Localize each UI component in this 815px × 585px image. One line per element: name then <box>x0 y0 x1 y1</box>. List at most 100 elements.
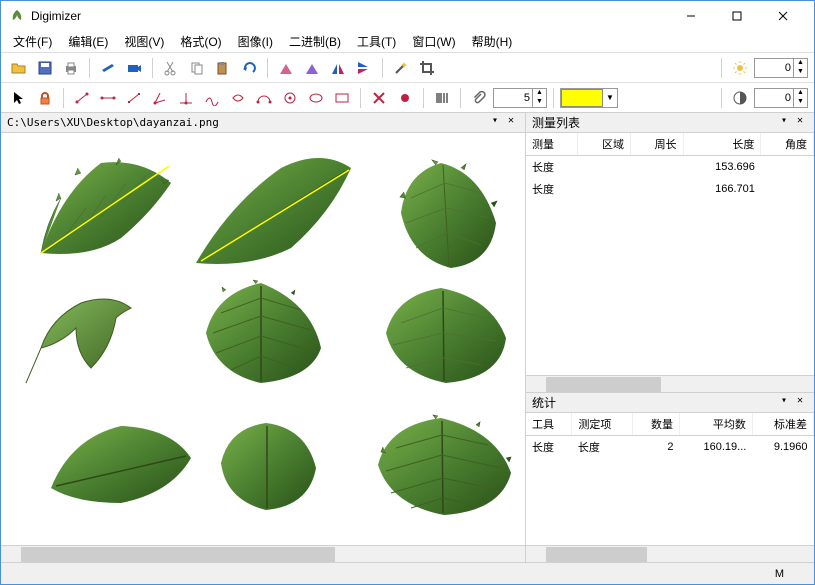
camera-button[interactable] <box>122 56 146 80</box>
minimize-button[interactable] <box>668 1 714 31</box>
rotate-left-button[interactable] <box>274 56 298 80</box>
measurements-hscroll[interactable] <box>526 375 814 392</box>
maximize-button[interactable] <box>714 1 760 31</box>
menu-edit[interactable]: 编辑(E) <box>60 31 116 52</box>
thickness-down[interactable]: ▼ <box>532 98 546 107</box>
titlebar: Digimizer <box>1 1 814 31</box>
lock-tool[interactable] <box>33 86 57 110</box>
close-button[interactable] <box>760 1 806 31</box>
angle-tool[interactable] <box>148 86 172 110</box>
perp-tool[interactable] <box>174 86 198 110</box>
delete-tool[interactable] <box>367 86 391 110</box>
statusbar: M <box>1 562 814 584</box>
menu-format[interactable]: 格式(O) <box>172 31 229 52</box>
flip-v-button[interactable] <box>352 56 376 80</box>
rect-tool[interactable] <box>330 86 354 110</box>
undo-button[interactable] <box>237 56 261 80</box>
save-button[interactable] <box>33 56 57 80</box>
menu-image[interactable]: 图像(I) <box>230 31 281 52</box>
copy-button[interactable] <box>185 56 209 80</box>
stats-title: 统计 <box>532 394 776 411</box>
menu-tools[interactable]: 工具(T) <box>349 31 404 52</box>
stats-header: 统计 ▾ ✕ <box>526 393 814 413</box>
arc-tool[interactable] <box>252 86 276 110</box>
measurements-menu-button[interactable]: ▾ <box>776 115 792 131</box>
col-length[interactable]: 长度 <box>683 133 761 156</box>
stats-hscroll[interactable] <box>526 545 814 562</box>
brightness-input[interactable] <box>755 62 793 74</box>
thickness-up[interactable]: ▲ <box>532 89 546 98</box>
pane-close-button[interactable]: ✕ <box>503 115 519 131</box>
col-tool[interactable]: 工具 <box>526 413 572 436</box>
cut-button[interactable] <box>159 56 183 80</box>
menu-window[interactable]: 窗口(W) <box>404 31 463 52</box>
app-title: Digimizer <box>31 9 668 23</box>
scanner-button[interactable] <box>96 56 120 80</box>
right-pane: 测量列表 ▾ ✕ 测量 区域 周长 长度 角度 <box>526 113 814 562</box>
image-viewport[interactable] <box>1 133 525 545</box>
contrast-up[interactable]: ▲ <box>793 89 807 98</box>
paste-button[interactable] <box>211 56 235 80</box>
col-item[interactable]: 测定项 <box>572 413 633 436</box>
measurements-close-button[interactable]: ✕ <box>792 115 808 131</box>
menu-binary[interactable]: 二进制(B) <box>281 31 349 52</box>
circle-center-tool[interactable] <box>278 86 302 110</box>
wand-button[interactable] <box>389 56 413 80</box>
col-count[interactable]: 数量 <box>633 413 680 436</box>
brightness-down[interactable]: ▼ <box>793 68 807 77</box>
pane-menu-button[interactable]: ▾ <box>487 115 503 131</box>
pointer-tool[interactable] <box>7 86 31 110</box>
col-stddev[interactable]: 标准差 <box>752 413 813 436</box>
thickness-input[interactable] <box>494 92 532 104</box>
contrast-down[interactable]: ▼ <box>793 98 807 107</box>
col-mean[interactable]: 平均数 <box>679 413 752 436</box>
image-hscroll[interactable] <box>1 545 525 562</box>
menu-file[interactable]: 文件(F) <box>5 31 60 52</box>
print-button[interactable] <box>59 56 83 80</box>
col-area[interactable]: 区域 <box>578 133 631 156</box>
attach-tool[interactable] <box>467 86 491 110</box>
menu-view[interactable]: 视图(V) <box>116 31 172 52</box>
toolbar-main: ▲▼ <box>1 53 814 83</box>
segment-tool[interactable] <box>122 86 146 110</box>
crop-button[interactable] <box>415 56 439 80</box>
table-row[interactable]: 长度 166.701 <box>526 178 814 200</box>
stats-grid[interactable]: 工具 测定项 数量 平均数 标准差 长度 长度 2 160.19... <box>526 413 814 545</box>
table-row[interactable]: 长度 长度 2 160.19... 9.1960 <box>526 436 814 459</box>
status-text: M <box>775 568 784 580</box>
col-measure[interactable]: 测量 <box>526 133 578 156</box>
brightness-icon <box>728 56 752 80</box>
unit-tool[interactable] <box>70 86 94 110</box>
open-button[interactable] <box>7 56 31 80</box>
path-tool[interactable] <box>200 86 224 110</box>
line-tool[interactable] <box>96 86 120 110</box>
app-window: Digimizer 文件(F) 编辑(E) 视图(V) 格式(O) 图像(I) … <box>0 0 815 585</box>
menubar: 文件(F) 编辑(E) 视图(V) 格式(O) 图像(I) 二进制(B) 工具(… <box>1 31 814 53</box>
contrast-spinbox[interactable]: ▲▼ <box>754 88 808 108</box>
window-controls <box>668 1 806 31</box>
flip-h-button[interactable] <box>326 56 350 80</box>
closed-path-tool[interactable] <box>226 86 250 110</box>
col-angle[interactable]: 角度 <box>761 133 814 156</box>
menu-help[interactable]: 帮助(H) <box>464 31 521 52</box>
stats-panel: 统计 ▾ ✕ 工具 测定项 数量 平均数 标准差 <box>526 393 814 562</box>
barcode-tool[interactable] <box>430 86 454 110</box>
marker-tool[interactable] <box>393 86 417 110</box>
ellipse-tool[interactable] <box>304 86 328 110</box>
color-picker[interactable]: ▼ <box>560 88 618 108</box>
content-area: C:\Users\XU\Desktop\dayanzai.png ▾ ✕ <box>1 113 814 562</box>
col-perimeter[interactable]: 周长 <box>630 133 683 156</box>
image-pane-header: C:\Users\XU\Desktop\dayanzai.png ▾ ✕ <box>1 113 525 133</box>
measurements-grid[interactable]: 测量 区域 周长 长度 角度 长度 153.696 <box>526 133 814 375</box>
stats-menu-button[interactable]: ▾ <box>776 395 792 411</box>
rotate-right-button[interactable] <box>300 56 324 80</box>
table-row[interactable]: 长度 153.696 <box>526 156 814 179</box>
app-logo-icon <box>9 8 25 24</box>
contrast-input[interactable] <box>755 92 793 104</box>
image-path: C:\Users\XU\Desktop\dayanzai.png <box>7 116 487 129</box>
brightness-spinbox[interactable]: ▲▼ <box>754 58 808 78</box>
brightness-up[interactable]: ▲ <box>793 59 807 68</box>
stats-close-button[interactable]: ✕ <box>792 395 808 411</box>
toolbar-tools: ▲▼ ▼ ▲▼ <box>1 83 814 113</box>
thickness-spinbox[interactable]: ▲▼ <box>493 88 547 108</box>
